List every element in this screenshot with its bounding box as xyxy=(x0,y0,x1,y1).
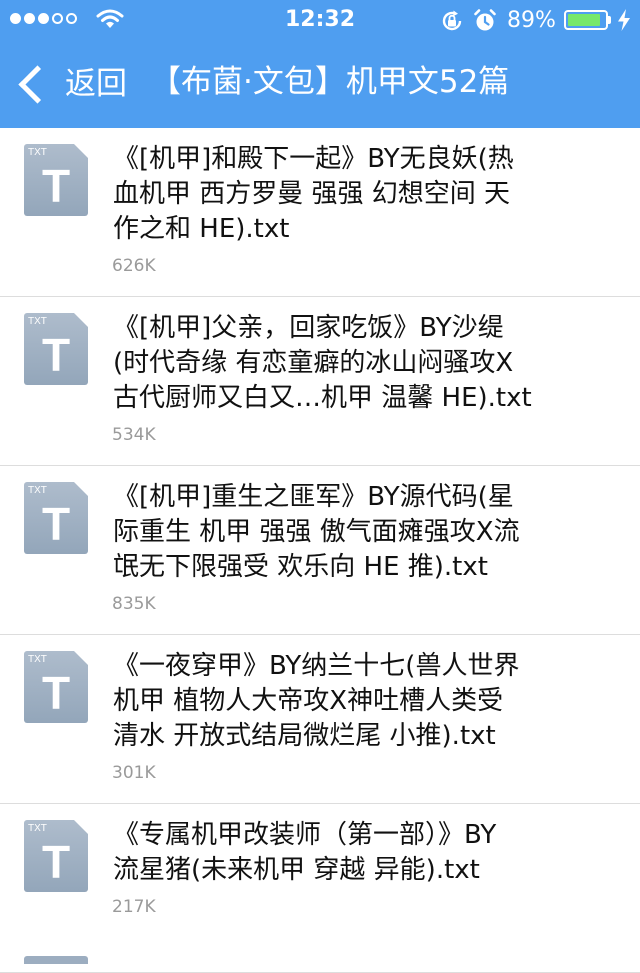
file-name-line: 古代厨师又白又…机甲 温馨 HE).txt xyxy=(113,383,532,413)
file-type-letter: T xyxy=(41,498,71,550)
file-ext-label: TXT xyxy=(28,654,47,665)
file-name-line: 清水 开放式结局微烂尾 小推).txt xyxy=(113,721,496,751)
file-type-letter: T xyxy=(41,160,71,212)
file-name: 《专属机甲改装师（第一部）》BY 流星猪(未来机甲 穿越 异能).txt xyxy=(113,818,625,888)
file-name-line: 《[机甲]父亲，回家吃饭》BY沙缇 xyxy=(113,313,504,343)
file-name-line: 际重生 机甲 强强 傲气面瘫强攻X流 xyxy=(113,517,520,547)
page-fold-corner xyxy=(74,313,88,327)
file-name: 《一夜穿甲》BY纳兰十七(兽人世界 机甲 植物人大帝攻X神吐槽人类受 清水 开放式结… xyxy=(113,649,625,754)
battery-icon xyxy=(564,10,608,30)
file-type-letter: T xyxy=(41,329,71,381)
file-type-letter: T xyxy=(41,667,71,719)
txt-file-icon: TXT T xyxy=(24,144,88,216)
file-list-item[interactable]: TXT T 《[机甲]和殿下一起》BY无良妖(热 血机甲 西方罗曼 强强 幻想空间 天… xyxy=(0,128,640,297)
file-name-line: 《一夜穿甲》BY纳兰十七(兽人世界 xyxy=(113,651,520,681)
file-list-item[interactable]: TXT T 《专属机甲改装师（第一部）》BY 流星猪(未来机甲 穿越 异能).txt 2… xyxy=(0,804,640,973)
page-title: 【布菌·文包】机甲文52篇 xyxy=(150,64,510,100)
alarm-icon xyxy=(474,9,496,31)
battery-fill xyxy=(568,14,601,26)
txt-file-icon: TXT T xyxy=(24,482,88,554)
file-size: 534K xyxy=(112,425,156,445)
file-ext-label: TXT xyxy=(28,823,47,834)
file-name-line: 氓无下限强受 欢乐向 HE 推).txt xyxy=(113,552,488,582)
file-name-line: (时代奇缘 有恋童癖的冰山闷骚攻X xyxy=(113,348,514,378)
rotation-lock-icon xyxy=(442,10,462,31)
page-fold-corner xyxy=(74,482,88,496)
status-bar: 12:32 89% xyxy=(0,0,640,40)
battery-cap xyxy=(608,16,611,24)
file-name: 《[机甲]父亲，回家吃饭》BY沙缇 (时代奇缘 有恋童癖的冰山闷骚攻X 古代厨师又白… xyxy=(113,311,625,416)
file-name: 《[机甲]重生之匪军》BY源代码(星 际重生 机甲 强强 傲气面瘫强攻X流 氓无下限… xyxy=(113,480,625,585)
file-list-item[interactable]: TXT T 《一夜穿甲》BY纳兰十七(兽人世界 机甲 植物人大帝攻X神吐槽人类受 清水 … xyxy=(0,635,640,804)
page-fold-corner xyxy=(74,820,88,834)
txt-file-icon: TXT T xyxy=(24,651,88,723)
file-name-line: 《[机甲]重生之匪军》BY源代码(星 xyxy=(113,482,514,512)
page-fold-corner xyxy=(74,144,88,158)
navigation-bar: 返回 【布菌·文包】机甲文52篇 xyxy=(0,40,640,128)
txt-file-icon: TXT T xyxy=(24,820,88,892)
page-fold-corner xyxy=(74,651,88,665)
file-name-line: 作之和 HE).txt xyxy=(113,214,290,244)
file-name-line: 机甲 植物人大帝攻X神吐槽人类受 xyxy=(113,686,504,716)
top-bar: 12:32 89% 返回 【布菌·文包】机甲文52篇 xyxy=(0,0,640,128)
back-button[interactable]: 返回 xyxy=(14,62,127,106)
file-size: 301K xyxy=(112,763,156,783)
battery-percent: 89% xyxy=(507,8,556,33)
file-size: 835K xyxy=(112,594,156,614)
file-name-line: 《[机甲]和殿下一起》BY无良妖(热 xyxy=(113,144,514,174)
txt-file-icon: TXT T xyxy=(24,313,88,385)
file-ext-label: TXT xyxy=(28,147,47,158)
file-name-line: 流星猪(未来机甲 穿越 异能).txt xyxy=(113,855,480,885)
file-size: 626K xyxy=(112,256,156,276)
file-list-item[interactable]: TXT T 《[机甲]重生之匪军》BY源代码(星 际重生 机甲 强强 傲气面瘫强攻X流… xyxy=(0,466,640,635)
file-size: 217K xyxy=(112,897,156,917)
file-name-line: 《专属机甲改装师（第一部）》BY xyxy=(113,820,497,850)
file-ext-label: TXT xyxy=(28,485,47,496)
file-name-line: 血机甲 西方罗曼 强强 幻想空间 天 xyxy=(113,179,511,209)
file-icon-partial xyxy=(24,956,88,964)
charging-icon xyxy=(618,9,630,31)
back-label: 返回 xyxy=(65,66,127,102)
file-type-letter: T xyxy=(41,836,71,888)
file-list: TXT T 《[机甲]和殿下一起》BY无良妖(热 血机甲 西方罗曼 强强 幻想空间 天… xyxy=(0,128,640,973)
file-list-item[interactable]: TXT T 《[机甲]父亲，回家吃饭》BY沙缇 (时代奇缘 有恋童癖的冰山闷骚攻X 古代… xyxy=(0,297,640,466)
file-name: 《[机甲]和殿下一起》BY无良妖(热 血机甲 西方罗曼 强强 幻想空间 天作之和 … xyxy=(113,142,625,247)
chevron-left-icon xyxy=(18,64,57,104)
file-ext-label: TXT xyxy=(28,316,47,327)
